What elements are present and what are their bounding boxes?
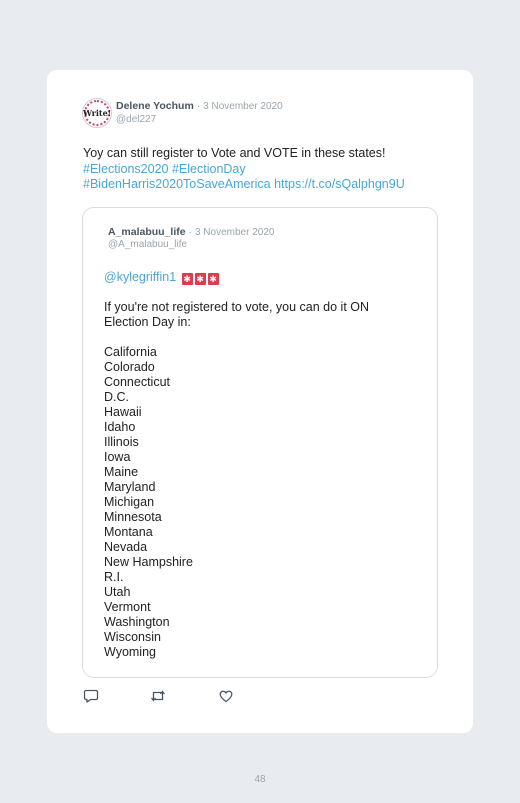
list-item: New Hampshire <box>104 555 193 569</box>
siren-emoji-icon: ✱ <box>194 273 206 285</box>
list-item: Connecticut <box>104 375 171 389</box>
list-item: Vermont <box>104 600 151 614</box>
siren-emoji-icon: ✱ <box>181 273 193 285</box>
list-item: Colorado <box>104 360 155 374</box>
separator-dot: · <box>188 226 193 238</box>
author-line: Delene Yochum · 3 November 2020 <box>116 100 283 112</box>
tweet-text: Yoy can still register to Vote and VOTE … <box>83 146 443 193</box>
avatar-text: Write! <box>83 108 112 118</box>
states-list: California Colorado Connecticut D.C. Haw… <box>104 345 193 660</box>
retweet-icon[interactable] <box>150 688 166 704</box>
reply-icon[interactable] <box>83 688 99 704</box>
list-item: Wisconsin <box>104 630 161 644</box>
quoted-date[interactable]: 3 November 2020 <box>195 227 275 238</box>
list-item: Maryland <box>104 480 156 494</box>
list-item: California <box>104 345 157 359</box>
list-item: Minnesota <box>104 510 162 524</box>
list-item: Wyoming <box>104 645 156 659</box>
quoted-intro: If you're not registered to vote, you ca… <box>104 300 370 329</box>
page-number: 48 <box>254 774 266 785</box>
list-item: Michigan <box>104 495 155 509</box>
list-item: Utah <box>104 585 131 599</box>
list-item: Washington <box>104 615 170 629</box>
hashtag-link[interactable]: #BidenHarris2020ToSaveAmerica <box>83 177 271 191</box>
tweet-date[interactable]: 3 November 2020 <box>203 101 283 112</box>
mention-line: @kylegriffin1 ✱ ✱ ✱ <box>104 270 219 285</box>
author-name[interactable]: Delene Yochum <box>116 100 194 112</box>
list-item: D.C. <box>104 390 129 404</box>
list-item: Illinois <box>104 435 139 449</box>
hashtag-link[interactable]: #Elections2020 <box>83 162 168 176</box>
list-item: Montana <box>104 525 153 539</box>
list-item: R.I. <box>104 570 124 584</box>
like-icon[interactable] <box>218 688 234 704</box>
list-item: Nevada <box>104 540 148 554</box>
list-item: Idaho <box>104 420 136 434</box>
quoted-author-line: A_malabuu_life · 3 November 2020 <box>108 226 274 238</box>
list-item: Iowa <box>104 450 131 464</box>
author-avatar[interactable]: Write! <box>82 98 112 128</box>
quoted-author-name[interactable]: A_malabuu_life <box>108 226 186 238</box>
author-handle[interactable]: @del227 <box>116 114 156 125</box>
siren-emoji-icon: ✱ <box>207 273 219 285</box>
separator-dot: · <box>196 100 201 112</box>
hashtag-link[interactable]: #ElectionDay <box>172 162 246 176</box>
url-link[interactable]: https://t.co/sQalphgn9U <box>274 177 405 191</box>
list-item: Hawaii <box>104 405 142 419</box>
tweet-body: Yoy can still register to Vote and VOTE … <box>83 146 386 160</box>
list-item: Maine <box>104 465 139 479</box>
quoted-handle[interactable]: @A_malabuu_life <box>108 239 187 250</box>
mention-link[interactable]: @kylegriffin1 <box>104 270 176 284</box>
